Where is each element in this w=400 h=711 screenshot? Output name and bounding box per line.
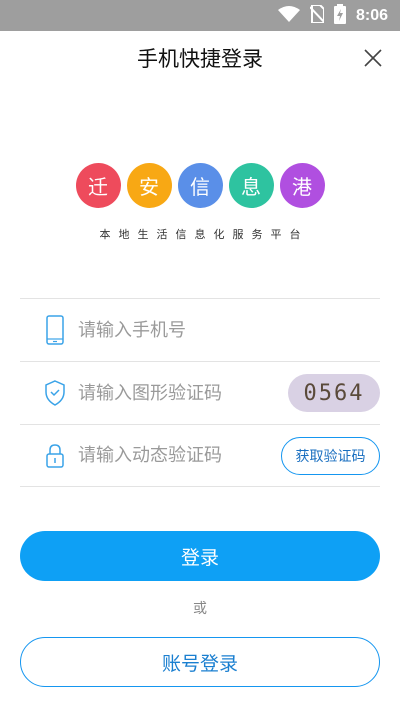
brand-logo: 迁 安 信 息 港 bbox=[0, 163, 400, 208]
status-bar: 8:06 bbox=[0, 0, 400, 31]
logo-char-5: 港 bbox=[279, 163, 325, 208]
get-code-button[interactable]: 获取验证码 bbox=[281, 437, 380, 475]
wifi-icon bbox=[277, 5, 300, 26]
logo-char-2: 安 bbox=[126, 163, 172, 208]
captcha-input[interactable] bbox=[78, 382, 278, 404]
account-login-button[interactable]: 账号登录 bbox=[20, 637, 380, 687]
captcha-row: 0564 bbox=[20, 361, 380, 424]
battery-charging-icon bbox=[333, 3, 346, 28]
status-time: 8:06 bbox=[355, 6, 388, 24]
close-button[interactable] bbox=[362, 47, 384, 69]
page-title: 手机快捷登录 bbox=[137, 47, 263, 71]
brand-tagline: 本地生活信息化服务平台 bbox=[99, 228, 309, 241]
sms-code-input[interactable] bbox=[78, 445, 278, 466]
phone-row bbox=[20, 298, 380, 361]
title-bar: 手机快捷登录 bbox=[0, 31, 400, 85]
logo-char-4: 息 bbox=[228, 163, 274, 208]
phone-icon bbox=[38, 315, 72, 345]
lock-icon bbox=[38, 443, 72, 468]
shield-icon bbox=[38, 380, 72, 406]
logo-char-3: 信 bbox=[177, 163, 223, 208]
close-icon bbox=[364, 49, 382, 67]
login-button[interactable]: 登录 bbox=[20, 531, 380, 581]
login-form: 0564 获取验证码 bbox=[20, 298, 380, 487]
captcha-image[interactable]: 0564 bbox=[288, 374, 380, 412]
phone-input[interactable] bbox=[78, 319, 278, 341]
sms-code-row: 获取验证码 bbox=[20, 424, 380, 487]
or-divider-text: 或 bbox=[193, 601, 207, 617]
logo-char-1: 迁 bbox=[75, 163, 121, 208]
no-sim-icon bbox=[309, 3, 325, 27]
